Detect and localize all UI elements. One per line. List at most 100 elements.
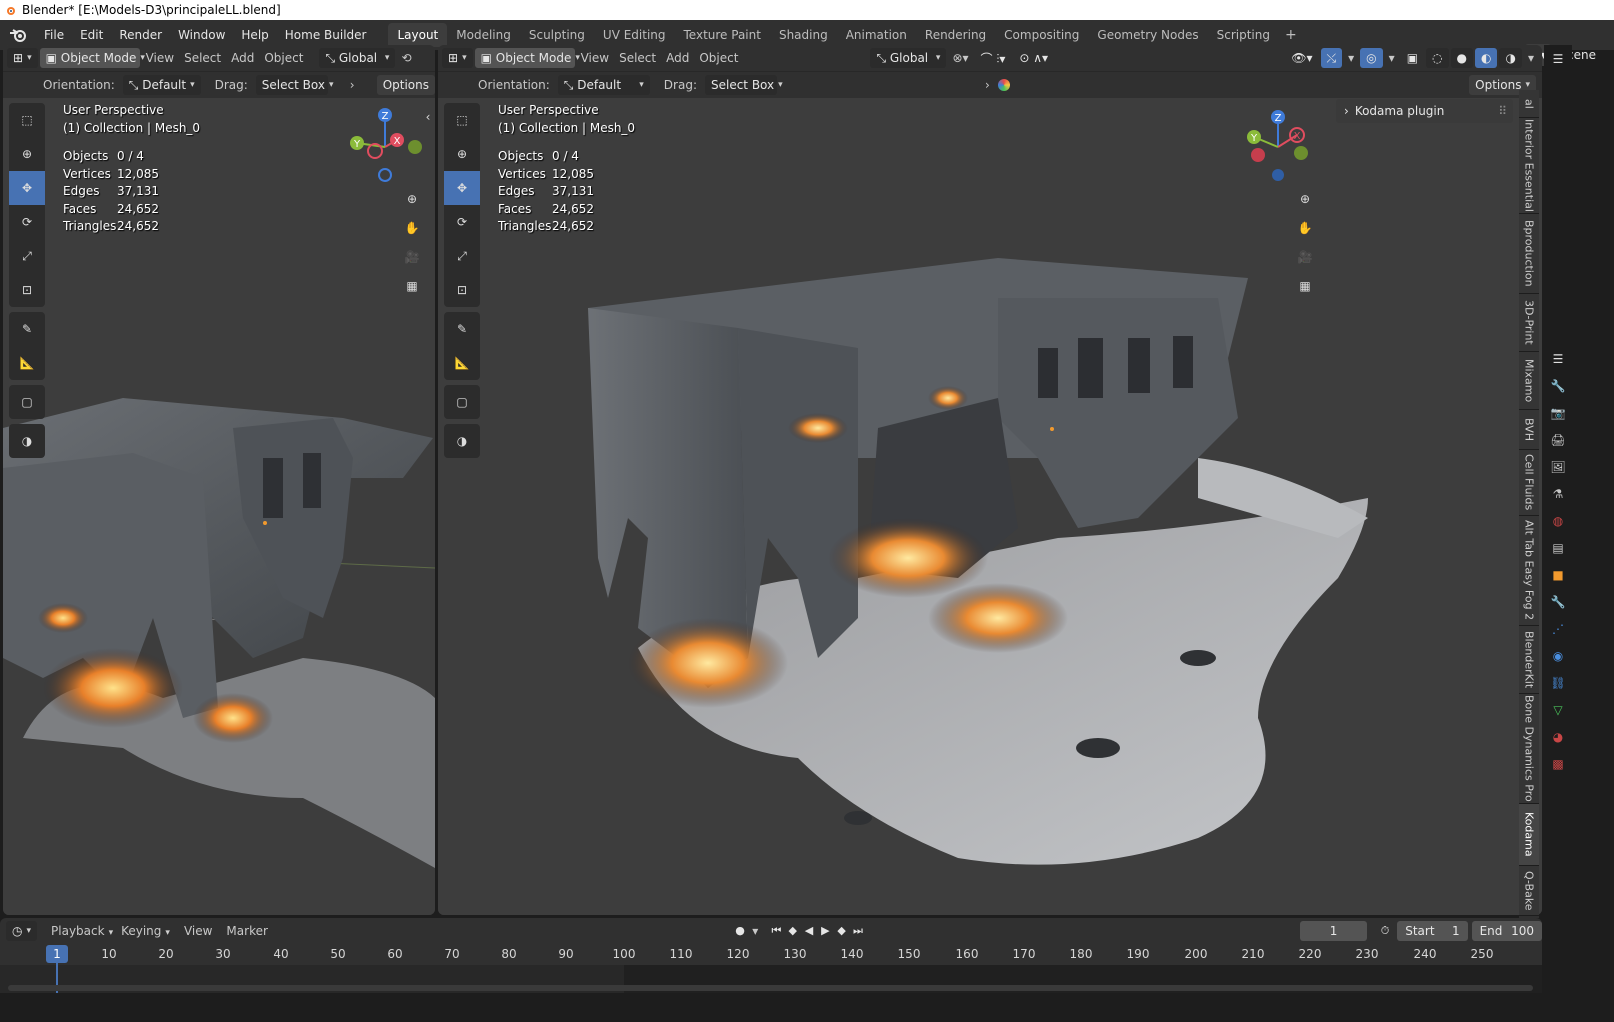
properties-display-icon[interactable]: ☰: [1548, 349, 1568, 369]
right-menu-object[interactable]: Object: [695, 51, 742, 65]
side-tab-al[interactable]: al: [1519, 90, 1539, 118]
tab-layout[interactable]: Layout: [388, 23, 448, 47]
tab-rendering[interactable]: Rendering: [916, 23, 995, 47]
side-tab-bone-dynamics-pro[interactable]: Bone Dynamics Pro: [1519, 694, 1539, 804]
right-shading-rendered-icon[interactable]: ◑: [1499, 48, 1522, 68]
left-menu-add[interactable]: Add: [227, 51, 258, 65]
tab-geometry-nodes[interactable]: Geometry Nodes: [1088, 23, 1207, 47]
playhead-frame[interactable]: 1: [46, 945, 68, 963]
left-menu-select[interactable]: Select: [180, 51, 225, 65]
side-tab-bvh[interactable]: BVH: [1519, 410, 1539, 450]
right-proportional-icon[interactable]: ⊙ ∧▾: [1013, 48, 1054, 68]
right-select-box-tool-icon[interactable]: ⬚: [444, 103, 480, 137]
next-keyframe-icon[interactable]: ◆: [834, 922, 850, 940]
left-camera-icon[interactable]: 🎥: [398, 243, 426, 271]
record-dropdown-icon[interactable]: ▾: [748, 924, 762, 938]
left-drag-select[interactable]: Select Box ▾: [255, 75, 333, 95]
left-pivot-icon[interactable]: ⟲: [397, 51, 415, 65]
right-gizmo-toggle-icon[interactable]: ⤯: [1320, 48, 1343, 68]
side-tab-q-bake[interactable]: Q-Bake: [1519, 866, 1539, 916]
prev-keyframe-icon[interactable]: ◆: [785, 922, 801, 940]
left-move-tool-icon[interactable]: ✥: [9, 171, 45, 205]
tab-compositing[interactable]: Compositing: [995, 23, 1088, 47]
tool-properties-icon[interactable]: 🔧: [1548, 376, 1568, 396]
left-options-button[interactable]: Options: [376, 75, 435, 95]
left-annotate-tool-icon[interactable]: ✎: [9, 312, 45, 346]
side-tab-3d-print[interactable]: 3D-Print: [1519, 294, 1539, 352]
left-pan-hand-icon[interactable]: ✋: [398, 214, 426, 242]
timeline-ruler[interactable]: 1 10 20 30 40 50 60 70 80 90 100 110 120…: [0, 943, 1542, 965]
timeline-menu-playback[interactable]: Playback ▾: [47, 924, 117, 938]
timeline-editor-type-icon[interactable]: ◷ ▾: [6, 920, 38, 941]
timeline-menu-keying[interactable]: Keying ▾: [117, 924, 174, 938]
drag-handle-icon[interactable]: ⠿: [1498, 104, 1507, 118]
start-frame-field[interactable]: Start 1: [1397, 920, 1468, 941]
left-measure-tool-icon[interactable]: 📐: [9, 346, 45, 380]
right-pan-hand-icon[interactable]: ✋: [1291, 214, 1319, 242]
record-icon[interactable]: ●: [732, 922, 748, 940]
current-frame-field[interactable]: 1: [1300, 920, 1367, 941]
right-cursor-tool-icon[interactable]: ⊕: [444, 137, 480, 171]
right-shading-dropdown-icon[interactable]: ▾: [1524, 51, 1538, 65]
left-add-cube-tool-icon[interactable]: ▢: [9, 385, 45, 419]
particles-properties-icon[interactable]: ⋰: [1548, 619, 1568, 639]
right-chevron-right-icon[interactable]: ›: [981, 78, 994, 92]
right-visibility-icon[interactable]: 👁▾: [1285, 48, 1318, 68]
play-icon[interactable]: ▶: [817, 922, 833, 940]
tab-shading[interactable]: Shading: [770, 23, 837, 47]
left-zoom-icon[interactable]: ⊕: [398, 185, 426, 213]
left-navigation-gizmo[interactable]: Z X Y: [343, 105, 427, 189]
left-chevron-right-icon[interactable]: ›: [346, 78, 359, 92]
constraints-properties-icon[interactable]: ⛓: [1548, 673, 1568, 693]
side-tab-bproduction[interactable]: Bproduction: [1519, 214, 1539, 294]
right-snap-icon[interactable]: ⌒ ⫶▾: [975, 48, 1012, 68]
side-tab-blenderkit[interactable]: BlenderKit: [1519, 626, 1539, 694]
left-menu-object[interactable]: Object: [260, 51, 307, 65]
left-transform-orientation[interactable]: ⤡ Global ▾: [319, 48, 396, 68]
side-tab-kodama[interactable]: Kodama: [1519, 804, 1539, 866]
render-properties-icon[interactable]: 📷: [1548, 403, 1568, 423]
right-orientation-select[interactable]: ⤡ Default ▾: [557, 75, 650, 95]
scene-properties-icon[interactable]: ⚗: [1548, 484, 1568, 504]
properties-editor-type-icon[interactable]: ☰: [1548, 49, 1568, 69]
modifier-properties-icon[interactable]: 🔧: [1548, 592, 1568, 612]
output-properties-icon[interactable]: 🖨: [1548, 430, 1568, 450]
collection-properties-icon[interactable]: ▤: [1548, 538, 1568, 558]
tab-scripting[interactable]: Scripting: [1208, 23, 1279, 47]
play-reverse-icon[interactable]: ◀: [801, 922, 817, 940]
object-properties-icon[interactable]: ■: [1548, 565, 1568, 585]
right-menu-add[interactable]: Add: [662, 51, 693, 65]
jump-start-icon[interactable]: ⏮: [768, 922, 784, 940]
right-zoom-icon[interactable]: ⊕: [1291, 185, 1319, 213]
data-properties-icon[interactable]: ▽: [1548, 700, 1568, 720]
view-layer-properties-icon[interactable]: 🖼: [1548, 457, 1568, 477]
tab-uv-editing[interactable]: UV Editing: [594, 23, 675, 47]
right-overlay-toggle-icon[interactable]: ◎: [1360, 48, 1383, 68]
left-select-box-tool-icon[interactable]: ⬚: [9, 103, 45, 137]
right-shading-solid-icon[interactable]: ●: [1450, 48, 1473, 68]
timeline-scrollbar[interactable]: [8, 985, 1533, 991]
jump-end-icon[interactable]: ⏭: [850, 922, 866, 940]
right-navigation-gizmo[interactable]: Z X Y: [1236, 105, 1320, 189]
left-transform-tool-icon[interactable]: ⊡: [9, 273, 45, 307]
left-shading-tool-icon[interactable]: ◑: [9, 424, 45, 458]
left-scale-tool-icon[interactable]: ⤢: [9, 239, 45, 273]
left-orientation-select[interactable]: ⤡ Default ▾: [122, 75, 201, 95]
side-tab-cell-fluids[interactable]: Cell Fluids: [1519, 450, 1539, 516]
stopwatch-icon[interactable]: ⏱: [1377, 922, 1393, 940]
left-editor-type-button[interactable]: ⊞ ▾: [7, 48, 38, 68]
right-shading-material-icon[interactable]: ◐: [1475, 48, 1498, 68]
left-mode-select[interactable]: ▣ Object Mode ▾: [39, 48, 145, 68]
timeline-menu-view[interactable]: View: [180, 924, 216, 938]
right-measure-tool-icon[interactable]: 📐: [444, 346, 480, 380]
world-properties-icon[interactable]: ◍: [1548, 511, 1568, 531]
right-editor-type-button[interactable]: ⊞ ▾: [442, 48, 473, 68]
right-move-tool-icon[interactable]: ✥: [444, 171, 480, 205]
left-rotate-tool-icon[interactable]: ⟳: [9, 205, 45, 239]
left-cursor-tool-icon[interactable]: ⊕: [9, 137, 45, 171]
physics-properties-icon[interactable]: ◉: [1548, 646, 1568, 666]
right-overlay-dropdown-icon[interactable]: ▾: [1385, 51, 1399, 65]
add-workspace-button[interactable]: +: [1279, 27, 1303, 43]
right-menu-select[interactable]: Select: [615, 51, 660, 65]
right-camera-icon[interactable]: 🎥: [1291, 243, 1319, 271]
